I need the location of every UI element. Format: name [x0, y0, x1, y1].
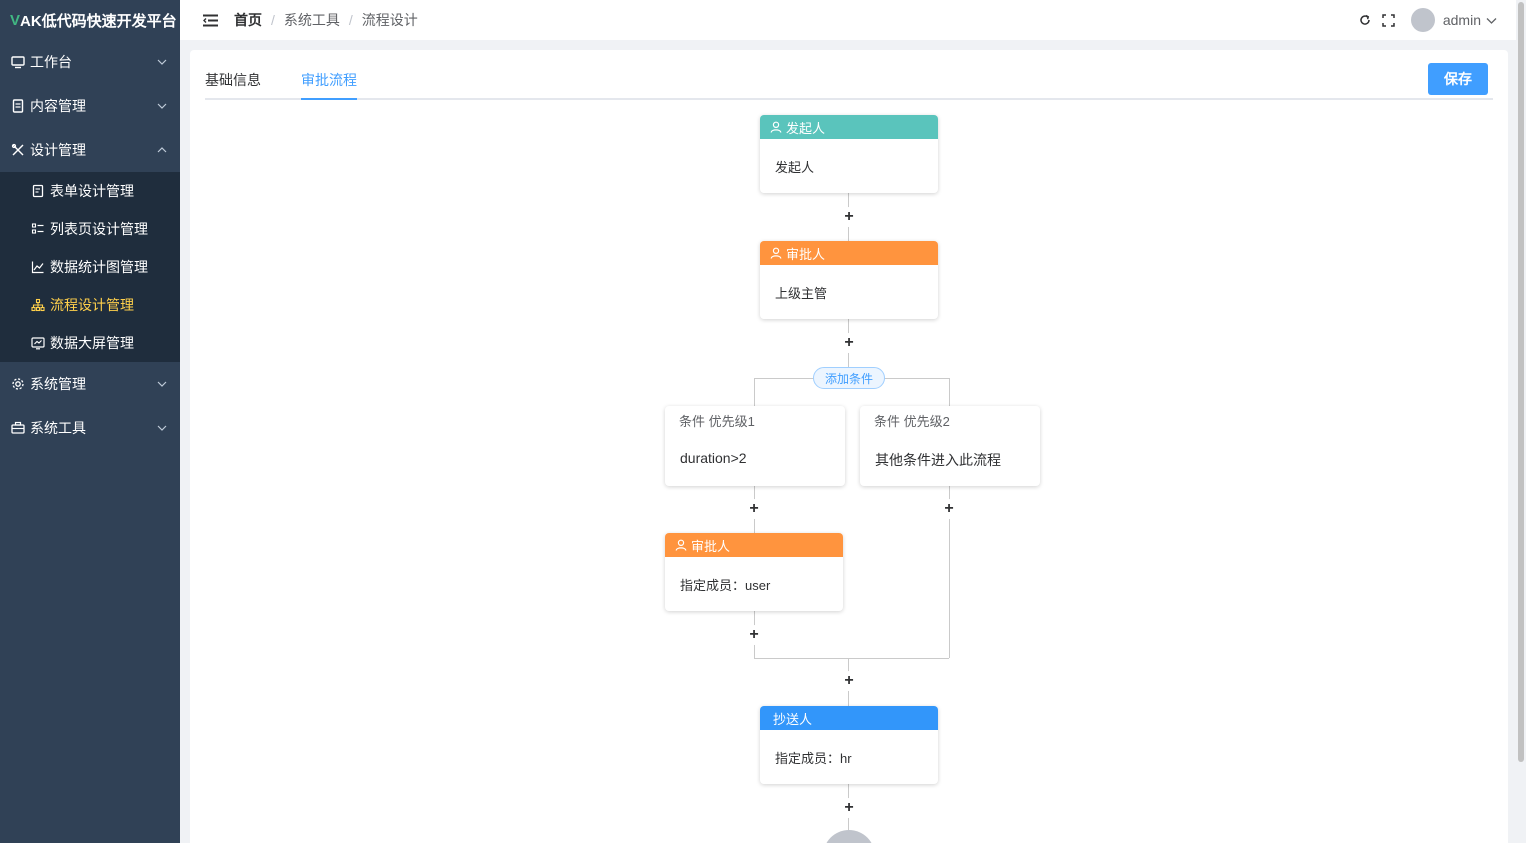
page-scrollbar[interactable] — [1516, 0, 1526, 843]
sidebar-menu: 工作台 内容管理 设计管理 表单设计管理 列表页设计管理 数据统计图管理 流程设… — [0, 40, 180, 450]
approver-node-header: 审批人 — [760, 241, 938, 265]
approver-node[interactable]: 审批人 上级主管 — [760, 241, 938, 319]
document-icon — [10, 98, 26, 114]
approver-node-content: 上级主管 — [775, 285, 828, 301]
tab-basic-info[interactable]: 基础信息 — [205, 62, 261, 98]
fullscreen-icon[interactable] — [1381, 12, 1397, 28]
chevron-down-icon — [156, 100, 168, 112]
approver-node-header: 审批人 — [665, 533, 843, 557]
breadcrumb-home[interactable]: 首页 — [234, 10, 262, 30]
chart-icon — [30, 259, 46, 275]
breadcrumb-separator: / — [271, 12, 275, 28]
condition-content: 其他条件进入此流程 — [875, 452, 1001, 468]
add-node-button[interactable]: + — [839, 671, 859, 691]
form-icon — [30, 183, 46, 199]
avatar[interactable] — [1410, 8, 1435, 32]
cc-node-header: 抄送人 — [760, 706, 938, 730]
condition-node-2[interactable]: 条件 优先级2 其他条件进入此流程 — [860, 406, 1040, 486]
branch-bottom-line — [754, 658, 949, 659]
tab-bar: 基础信息 审批流程 — [205, 62, 1493, 100]
sidebar-item-flow-design[interactable]: 流程设计管理 — [0, 286, 180, 324]
sidebar-item-list-design[interactable]: 列表页设计管理 — [0, 210, 180, 248]
cc-node-content: 指定成员：hr — [775, 750, 852, 766]
save-button[interactable]: 保存 — [1428, 63, 1488, 95]
add-node-button[interactable]: + — [839, 798, 859, 818]
add-node-button[interactable]: + — [939, 499, 959, 519]
condition-title: 条件 优先级2 — [874, 414, 950, 429]
refresh-icon[interactable] — [1357, 12, 1373, 28]
add-node-button[interactable]: + — [839, 333, 859, 353]
start-node-content: 发起人 — [775, 159, 815, 175]
condition-title: 条件 优先级1 — [679, 414, 755, 429]
sidebar-item-content[interactable]: 内容管理 — [0, 84, 180, 128]
flow-icon — [30, 297, 46, 313]
toolbox-icon — [10, 420, 26, 436]
add-node-button[interactable]: + — [744, 625, 764, 645]
app-title: AK低代码快速开发平台 — [20, 12, 177, 30]
sidebar-item-system[interactable]: 系统管理 — [0, 362, 180, 406]
sidebar-item-screen-design[interactable]: 数据大屏管理 — [0, 324, 180, 362]
monitor-icon — [10, 54, 26, 70]
user-icon — [770, 121, 783, 134]
sidebar-item-form-design[interactable]: 表单设计管理 — [0, 172, 180, 210]
add-node-button[interactable]: + — [744, 499, 764, 519]
user-icon — [770, 247, 783, 260]
condition-content: duration>2 — [680, 450, 747, 466]
submenu-design: 表单设计管理 列表页设计管理 数据统计图管理 流程设计管理 数据大屏管理 — [0, 172, 180, 362]
chevron-down-icon — [156, 56, 168, 68]
sidebar-item-design[interactable]: 设计管理 — [0, 128, 180, 172]
start-node[interactable]: 发起人 发起人 — [760, 115, 938, 193]
add-condition-button[interactable]: 添加条件 — [813, 367, 886, 389]
header-actions: admin — [1349, 8, 1516, 32]
tab-approval-flow[interactable]: 审批流程 — [301, 62, 357, 100]
sidebar-item-tools[interactable]: 系统工具 — [0, 406, 180, 450]
list-icon — [30, 221, 46, 237]
logo-mark: V — [10, 11, 21, 29]
user-icon — [675, 539, 688, 552]
condition-node-1[interactable]: 条件 优先级1 duration>2 — [665, 406, 845, 486]
username[interactable]: admin — [1443, 12, 1481, 28]
scrollbar-thumb[interactable] — [1518, 2, 1524, 762]
sidebar-item-workbench[interactable]: 工作台 — [0, 40, 180, 84]
sidebar-item-chart-design[interactable]: 数据统计图管理 — [0, 248, 180, 286]
start-node-header: 发起人 — [760, 115, 938, 139]
add-node-button[interactable]: + — [839, 207, 859, 227]
cc-node[interactable]: 抄送人 指定成员：hr — [760, 706, 938, 784]
breadcrumb-flow-design: 流程设计 — [361, 12, 418, 28]
connector-line — [754, 378, 755, 406]
hamburger-icon[interactable] — [202, 12, 218, 28]
chevron-up-icon — [156, 144, 168, 156]
gear-icon — [10, 376, 26, 392]
breadcrumb-separator: / — [348, 12, 353, 28]
app-logo[interactable]: V AK低代码快速开发平台 — [0, 0, 180, 40]
sidebar: V AK低代码快速开发平台 工作台 内容管理 设计管理 表单设计管理 列表页设计… — [0, 0, 180, 843]
top-navbar: 首页 / 系统工具 / 流程设计 admin — [180, 0, 1516, 40]
approver-node-content: 指定成员：user — [680, 577, 771, 593]
breadcrumb-system-tools: 系统工具 — [283, 12, 340, 28]
chevron-down-icon — [156, 378, 168, 390]
breadcrumb: 首页 / 系统工具 / 流程设计 — [234, 10, 418, 30]
screen-icon — [30, 335, 46, 351]
chevron-down-icon[interactable] — [1486, 14, 1498, 26]
approver-node[interactable]: 审批人 指定成员：user — [665, 533, 843, 611]
chevron-down-icon — [156, 422, 168, 434]
connector-line — [949, 378, 950, 406]
tools-icon — [10, 142, 26, 158]
